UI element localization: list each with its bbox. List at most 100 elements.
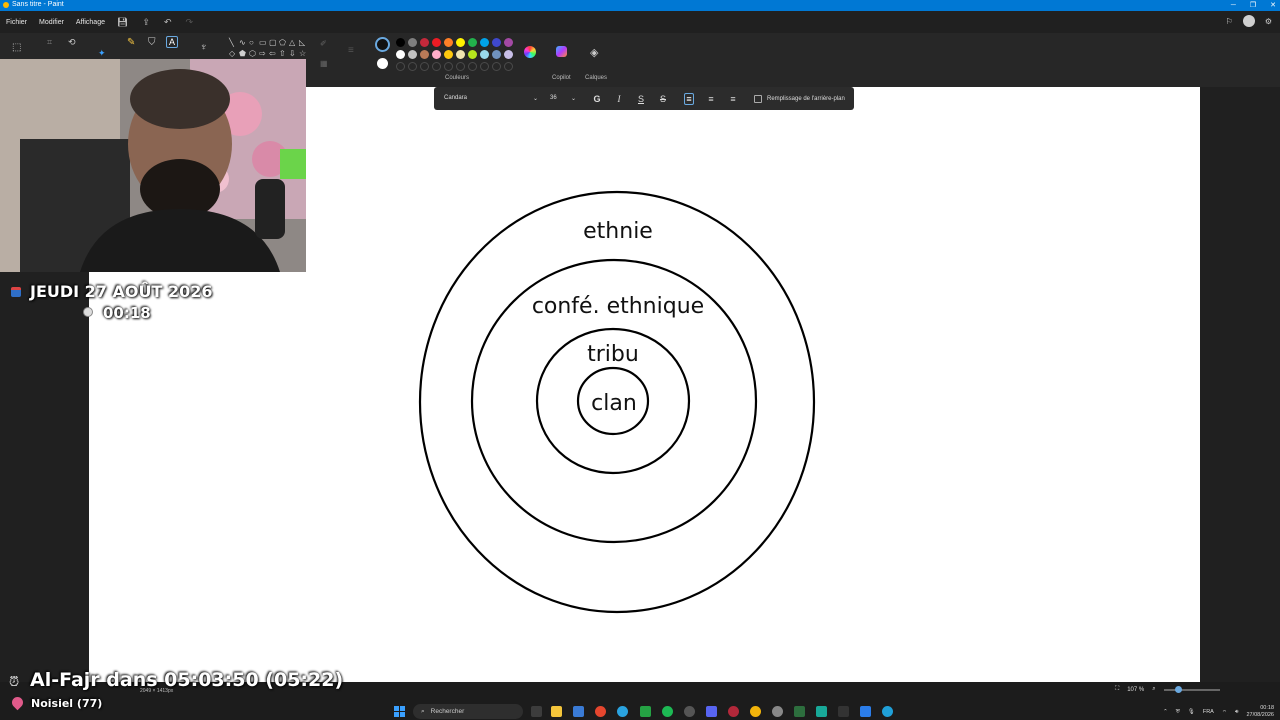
- menu-modifier[interactable]: Modifier: [39, 19, 64, 26]
- brave-icon[interactable]: [595, 706, 606, 717]
- nvidia-icon[interactable]: [794, 706, 805, 717]
- task-view-icon[interactable]: [531, 706, 542, 717]
- save-icon[interactable]: 💾︎: [117, 17, 128, 28]
- align-left-icon[interactable]: ≡: [684, 92, 694, 105]
- font-family-select[interactable]: Candara ⌄: [444, 95, 538, 102]
- selection-icon[interactable]: ⬚: [12, 42, 21, 53]
- zoom-out-icon[interactable]: ⌕: [1152, 686, 1155, 693]
- diamond-shape-icon[interactable]: ◇: [229, 49, 238, 59]
- color-swatch[interactable]: [468, 50, 477, 59]
- align-center-icon[interactable]: ≡: [706, 94, 716, 104]
- custom-color-swatch[interactable]: [492, 62, 501, 71]
- star-shape-icon[interactable]: ☆: [299, 49, 308, 59]
- color-swatch[interactable]: [420, 38, 429, 47]
- size-icon[interactable]: ≡: [348, 45, 354, 56]
- custom-color-swatch[interactable]: [456, 62, 465, 71]
- underline-button[interactable]: S: [636, 94, 646, 104]
- copilot-icon[interactable]: [556, 46, 567, 57]
- color-swatch[interactable]: [408, 50, 417, 59]
- strikethrough-button[interactable]: S: [658, 94, 668, 104]
- custom-color-swatch[interactable]: [420, 62, 429, 71]
- undo-icon[interactable]: ↶: [164, 17, 172, 28]
- account-avatar[interactable]: [1242, 15, 1255, 27]
- color-swatch[interactable]: [504, 38, 513, 47]
- pencil-icon[interactable]: ✎: [127, 37, 135, 48]
- secondary-color[interactable]: [377, 58, 388, 69]
- color-swatch[interactable]: [480, 38, 489, 47]
- color-swatch[interactable]: [456, 50, 465, 59]
- pentagon-shape-icon[interactable]: ⬟: [239, 49, 248, 59]
- color-swatch[interactable]: [396, 38, 405, 47]
- zoom-level[interactable]: 107 %: [1127, 687, 1144, 693]
- obs-icon[interactable]: [684, 706, 695, 717]
- custom-color-swatch[interactable]: [396, 62, 405, 71]
- color-swatch[interactable]: [492, 38, 501, 47]
- chatgpt-icon[interactable]: [772, 706, 783, 717]
- custom-color-swatch[interactable]: [432, 62, 441, 71]
- align-right-icon[interactable]: ≡: [728, 94, 738, 104]
- italic-button[interactable]: I: [614, 94, 624, 104]
- triangle-shape-icon[interactable]: △: [289, 38, 298, 48]
- rounded-rect-shape-icon[interactable]: ▢: [269, 38, 278, 48]
- capcut-icon[interactable]: [838, 706, 849, 717]
- bold-button[interactable]: G: [592, 94, 602, 104]
- telegram-icon[interactable]: [617, 706, 628, 717]
- minimize-button[interactable]: ─: [1231, 0, 1236, 11]
- fill-icon[interactable]: ⛉: [148, 37, 156, 48]
- wifi-icon[interactable]: ⌔: [1222, 709, 1227, 716]
- line-shape-icon[interactable]: ╲: [229, 38, 238, 48]
- color-swatch[interactable]: [468, 38, 477, 47]
- fit-screen-icon[interactable]: ⛶: [1115, 686, 1119, 693]
- color-swatch[interactable]: [444, 38, 453, 47]
- hexagon-shape-icon[interactable]: ⬡: [249, 49, 258, 59]
- outline-icon[interactable]: ✐: [320, 39, 327, 48]
- rectangle-shape-icon[interactable]: ▭: [259, 38, 268, 48]
- color-swatch[interactable]: [480, 50, 489, 59]
- font-size-select[interactable]: 36 ⌄: [550, 95, 576, 102]
- redo-icon[interactable]: ↷: [186, 17, 194, 28]
- color-swatch[interactable]: [504, 50, 513, 59]
- custom-color-swatch[interactable]: [408, 62, 417, 71]
- app-icon[interactable]: [816, 706, 827, 717]
- color-swatch[interactable]: [456, 38, 465, 47]
- color-swatch[interactable]: [444, 50, 453, 59]
- color-swatch[interactable]: [396, 50, 405, 59]
- security-icon[interactable]: ⛨: [1176, 709, 1180, 716]
- custom-color-swatch[interactable]: [504, 62, 513, 71]
- shape-fill-icon[interactable]: ▦: [320, 59, 328, 68]
- chrome-icon[interactable]: [750, 706, 761, 717]
- opera-icon[interactable]: [728, 706, 739, 717]
- color-swatch[interactable]: [432, 38, 441, 47]
- color-swatch[interactable]: [432, 50, 441, 59]
- maximize-button[interactable]: ❐: [1250, 0, 1256, 11]
- volume-icon[interactable]: 🔊︎: [1235, 709, 1238, 716]
- zoom-slider[interactable]: [1163, 685, 1220, 693]
- tray-chevron-icon[interactable]: ⌃: [1163, 709, 1168, 715]
- spotify-icon[interactable]: [662, 706, 673, 717]
- taskbar-search[interactable]: ⌕ Rechercher: [413, 704, 523, 719]
- photos-icon[interactable]: [860, 706, 871, 717]
- arrow-up-shape-icon[interactable]: ⇧: [279, 49, 288, 59]
- curve-shape-icon[interactable]: ∿: [239, 38, 248, 48]
- share-icon[interactable]: ⇪: [142, 17, 150, 28]
- color-swatch[interactable]: [420, 50, 429, 59]
- taskbar-clock[interactable]: 00:18 27/08/2026: [1246, 705, 1274, 719]
- background-fill-checkbox[interactable]: [754, 94, 762, 103]
- menu-affichage[interactable]: Affichage: [76, 19, 105, 26]
- settings-icon[interactable]: ⚙: [1265, 17, 1272, 26]
- custom-color-swatch[interactable]: [480, 62, 489, 71]
- language-indicator[interactable]: FRA: [1203, 709, 1214, 715]
- discord-icon[interactable]: [706, 706, 717, 717]
- arrow-down-shape-icon[interactable]: ⇩: [289, 49, 298, 59]
- color-swatch[interactable]: [492, 50, 501, 59]
- close-button[interactable]: ✕: [1270, 0, 1276, 11]
- zoom-slider-thumb[interactable]: [1174, 685, 1182, 693]
- menu-fichier[interactable]: Fichier: [6, 19, 27, 26]
- start-button[interactable]: [394, 706, 405, 717]
- text-tool-icon[interactable]: A: [166, 36, 179, 48]
- arrow-right-shape-icon[interactable]: ⇨: [259, 49, 268, 59]
- edit-colors-icon[interactable]: [524, 46, 536, 58]
- store-icon[interactable]: [573, 706, 584, 717]
- color-swatch[interactable]: [408, 38, 417, 47]
- feedback-icon[interactable]: ⚐: [1226, 17, 1233, 26]
